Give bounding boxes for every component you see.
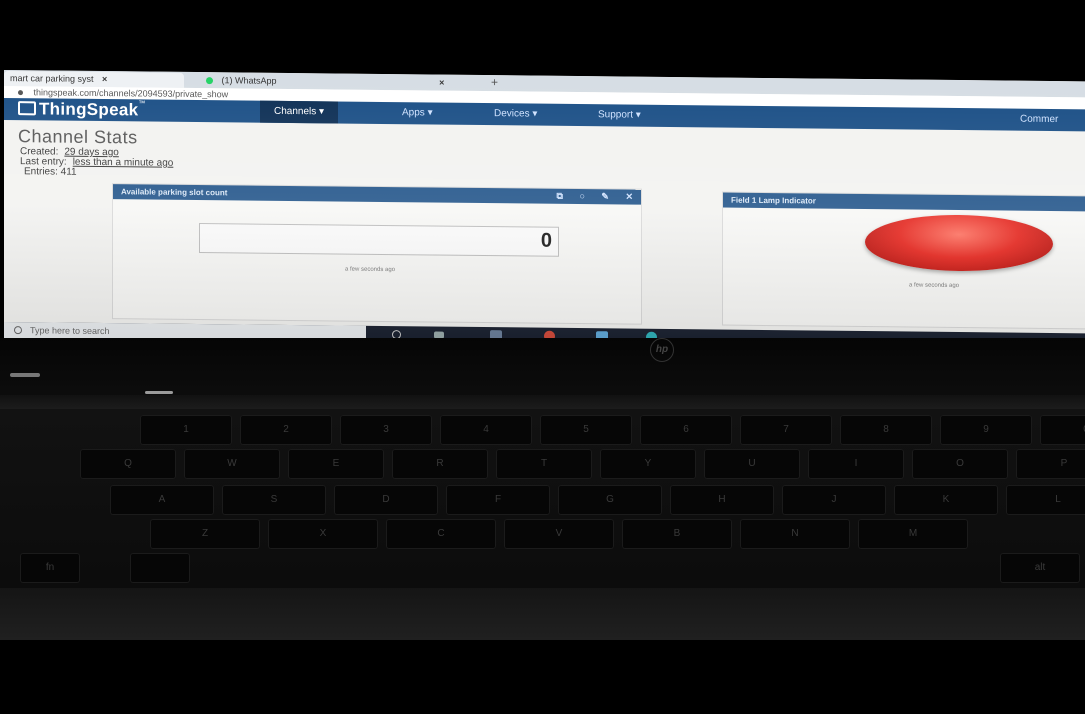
- lamp-updated-time: a few seconds ago: [909, 282, 960, 290]
- nav-channels[interactable]: Channels ▾: [260, 100, 339, 124]
- tab-label: mart car parking syst: [10, 73, 94, 84]
- slot-count-value: 0: [540, 229, 552, 252]
- modifier-key-row: fn alt: [0, 553, 1085, 587]
- widget-header: Field 1 Lamp Indicator: [723, 192, 1085, 212]
- alt-key[interactable]: alt: [1000, 553, 1080, 583]
- number-key-row: 1234567890: [0, 415, 1085, 449]
- trademark: ™: [138, 100, 146, 108]
- key-n[interactable]: N: [740, 519, 850, 549]
- widget-title: Available parking slot count: [121, 187, 228, 198]
- palm-rest: [0, 588, 1085, 640]
- close-icon[interactable]: ✕: [625, 192, 633, 202]
- key-f[interactable]: F: [446, 485, 550, 515]
- key-a[interactable]: A: [110, 485, 214, 515]
- windows-key[interactable]: [130, 553, 190, 583]
- nav-devices[interactable]: Devices ▾: [480, 103, 551, 126]
- widget-header: Available parking slot count ⧉ ○ ✎ ✕: [113, 184, 641, 205]
- widget-actions: ⧉ ○ ✎ ✕: [542, 189, 633, 205]
- bottom-letter-key-row: ZXCVBNM: [0, 519, 1085, 553]
- nav-apps[interactable]: Apps ▾: [388, 102, 447, 125]
- search-placeholder: Type here to search: [30, 325, 110, 337]
- key-d[interactable]: D: [334, 485, 438, 515]
- key-p[interactable]: P: [1016, 449, 1085, 479]
- key-r[interactable]: R: [392, 449, 488, 479]
- search-icon: [14, 326, 22, 335]
- widget-title: Field 1 Lamp Indicator: [731, 195, 816, 206]
- key-s[interactable]: S: [222, 485, 326, 515]
- tab-label: (1) WhatsApp: [221, 75, 277, 86]
- close-icon[interactable]: ×: [102, 74, 107, 84]
- lock-icon: [18, 90, 23, 96]
- key-m[interactable]: M: [858, 519, 968, 549]
- nav-commercial[interactable]: Commer: [1006, 108, 1072, 131]
- key-b[interactable]: B: [622, 519, 732, 549]
- key-u[interactable]: U: [704, 449, 800, 479]
- chat-bubble-icon: [18, 101, 36, 116]
- top-letterbox: [0, 0, 1085, 70]
- screen-bezel: [0, 338, 1085, 398]
- page-title: Channel Stats: [18, 126, 138, 148]
- thingspeak-logo[interactable]: ThingSpeak™: [18, 99, 146, 120]
- comment-icon[interactable]: ○: [579, 191, 584, 201]
- bottom-letterbox: [0, 640, 1085, 714]
- status-light: [10, 373, 40, 377]
- key-5[interactable]: 5: [540, 415, 632, 445]
- key-q[interactable]: Q: [80, 449, 176, 479]
- key-c[interactable]: C: [386, 519, 496, 549]
- key-l[interactable]: L: [1006, 485, 1085, 515]
- key-x[interactable]: X: [268, 519, 378, 549]
- key-0[interactable]: 0: [1040, 415, 1085, 445]
- external-link-icon[interactable]: ⧉: [556, 191, 562, 201]
- last-entry-value: less than a minute ago: [72, 156, 174, 169]
- key-8[interactable]: 8: [840, 415, 932, 445]
- key-z[interactable]: Z: [150, 519, 260, 549]
- laptop-screen: mart car parking syst × (1) WhatsApp × +…: [4, 70, 1085, 350]
- fn-key[interactable]: fn: [20, 553, 80, 583]
- key-w[interactable]: W: [184, 449, 280, 479]
- key-h[interactable]: H: [670, 485, 774, 515]
- key-3[interactable]: 3: [340, 415, 432, 445]
- key-t[interactable]: T: [496, 449, 592, 479]
- qwerty-key-row: QWERTYUIOP: [0, 449, 1085, 483]
- parking-slot-widget: Available parking slot count ⧉ ○ ✎ ✕ 0 a…: [112, 183, 642, 325]
- key-2[interactable]: 2: [240, 415, 332, 445]
- lamp-indicator-widget: Field 1 Lamp Indicator a few seconds ago: [722, 191, 1085, 330]
- entries-stat: Entries: 411: [24, 166, 77, 178]
- key-k[interactable]: K: [894, 485, 998, 515]
- numeric-display: 0: [199, 223, 559, 257]
- power-indicator: [145, 391, 173, 394]
- close-icon[interactable]: ×: [439, 78, 444, 88]
- key-6[interactable]: 6: [640, 415, 732, 445]
- key-j[interactable]: J: [782, 485, 886, 515]
- pencil-icon[interactable]: ✎: [601, 191, 609, 201]
- slot-updated-time: a few seconds ago: [345, 266, 396, 274]
- key-1[interactable]: 1: [140, 415, 232, 445]
- whatsapp-icon: [206, 77, 213, 85]
- key-i[interactable]: I: [808, 449, 904, 479]
- url-text: thingspeak.com/channels/2094593/private_…: [33, 87, 229, 100]
- key-o[interactable]: O: [912, 449, 1008, 479]
- new-tab-button[interactable]: +: [491, 75, 498, 89]
- key-g[interactable]: G: [558, 485, 662, 515]
- key-y[interactable]: Y: [600, 449, 696, 479]
- laptop-hinge: [0, 395, 1085, 409]
- lamp-indicator-light: [865, 214, 1053, 272]
- key-7[interactable]: 7: [740, 415, 832, 445]
- key-9[interactable]: 9: [940, 415, 1032, 445]
- key-e[interactable]: E: [288, 449, 384, 479]
- home-key-row: ASDFGHJKL: [0, 485, 1085, 519]
- key-4[interactable]: 4: [440, 415, 532, 445]
- logo-text: ThingSpeak: [39, 99, 139, 120]
- nav-support[interactable]: Support ▾: [584, 104, 655, 127]
- hp-logo: hp: [650, 338, 674, 362]
- key-v[interactable]: V: [504, 519, 614, 549]
